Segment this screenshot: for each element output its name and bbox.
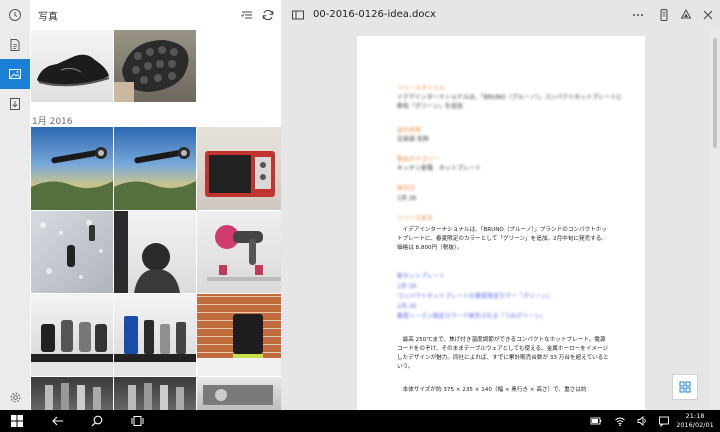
photo-thumbnail[interactable] <box>114 294 196 376</box>
volume-icon[interactable] <box>636 415 648 427</box>
document-title: 00-2016-0126-idea.docx <box>313 9 436 20</box>
photo-thumbnail[interactable] <box>197 294 281 376</box>
refresh-icon[interactable] <box>261 8 275 22</box>
back-arrow-icon <box>51 416 63 426</box>
field-value: イデアインターナショナルは、「BRUNO（ブルーノ）」コンパクトホットプレートに <box>397 94 623 101</box>
phone-view-icon[interactable] <box>657 8 671 22</box>
search-button[interactable] <box>84 410 110 432</box>
grid-icon <box>679 381 691 393</box>
wifi-icon[interactable] <box>614 415 626 427</box>
clock-time: 21:18 <box>685 412 705 420</box>
photos-panel: 写真 1月 2016 <box>30 0 281 410</box>
clock-date: 2016/02/01 <box>676 421 714 429</box>
downloads-button[interactable] <box>0 89 30 119</box>
app-rail <box>0 0 30 410</box>
documents-button[interactable] <box>0 30 30 60</box>
link-line[interactable]: 1月 26 <box>397 281 416 290</box>
clock-icon <box>9 9 21 21</box>
document-viewer[interactable]: リリースタイトル イデアインターナショナルは、「BRUNO（ブルーノ）」コンパク… <box>281 30 710 410</box>
task-view-button[interactable] <box>124 410 150 432</box>
notifications-icon[interactable] <box>658 415 670 427</box>
back-button[interactable] <box>44 410 70 432</box>
clock[interactable]: 21:18 2016/02/01 <box>670 412 720 430</box>
photo-thumbnail[interactable] <box>197 377 281 410</box>
body-paragraph: 本体サイズが約 375 × 235 × 140（幅 × 奥行き × 高さ）で、重… <box>397 387 587 393</box>
windows-logo-icon <box>11 415 23 427</box>
photos-button[interactable] <box>0 59 30 89</box>
grid-view-button[interactable] <box>672 374 698 400</box>
field-heading: 発売日 <box>397 185 416 192</box>
body-paragraph: イデアインターナショナルは、「BRUNO（ブルーノ）」ブランドのコンパクトホット… <box>397 227 607 251</box>
select-list-icon[interactable] <box>240 8 254 22</box>
settings-button[interactable] <box>0 385 30 409</box>
month-section-label: 1月 2016 <box>32 117 73 127</box>
photo-thumbnail[interactable] <box>114 30 196 102</box>
photo-thumbnail[interactable] <box>31 211 113 293</box>
link-line[interactable]: 新ホットプレート <box>397 271 445 280</box>
link-line[interactable]: 2月 26 <box>397 301 416 310</box>
document-page: リリースタイトル イデアインターナショナルは、「BRUNO（ブルーノ）」コンパク… <box>357 36 645 410</box>
scrollbar-thumb[interactable] <box>713 38 717 148</box>
gear-icon <box>10 392 20 402</box>
image-icon <box>9 69 21 79</box>
start-button[interactable] <box>0 410 34 432</box>
close-icon[interactable] <box>701 8 715 22</box>
field-value: 新色「グリーン」を追加 <box>397 103 463 110</box>
vertical-scrollbar[interactable] <box>710 30 720 410</box>
photo-thumbnail[interactable] <box>31 294 113 376</box>
photo-thumbnail[interactable] <box>31 30 113 102</box>
field-heading: リリース本文 <box>397 215 433 222</box>
task-view-icon <box>131 416 143 426</box>
download-file-icon <box>10 98 20 110</box>
photo-thumbnail[interactable] <box>31 127 113 210</box>
link-line[interactable]: コンパクトホットプレートの春夏限定カラー「グリーン」 <box>397 291 553 300</box>
field-heading: 会社名称 <box>397 127 422 134</box>
photo-thumbnail[interactable] <box>114 211 196 293</box>
link-line[interactable]: 春夏シーズン限定カラーで発売される「つみグリーン」 <box>397 311 546 320</box>
search-icon <box>91 415 103 427</box>
photo-thumbnail[interactable] <box>31 377 113 410</box>
photo-thumbnail[interactable] <box>114 127 196 210</box>
photos-title: 写真 <box>38 12 58 23</box>
battery-icon[interactable] <box>590 415 602 427</box>
field-value: 日本語 名称 <box>397 136 429 143</box>
photo-thumbnail[interactable] <box>197 127 281 210</box>
field-heading: 製品カテゴリー <box>397 156 440 163</box>
taskbar: 21:18 2016/02/01 <box>0 410 720 432</box>
field-heading: リリースタイトル <box>397 85 445 92</box>
toggle-pane-icon[interactable] <box>291 8 305 22</box>
photo-thumbnail[interactable] <box>114 377 196 410</box>
recycle-icon[interactable] <box>679 8 693 22</box>
document-header: 00-2016-0126-idea.docx <box>281 0 720 30</box>
photo-thumbnail[interactable] <box>197 211 281 293</box>
recent-button[interactable] <box>0 0 30 30</box>
body-paragraph: 最高 250℃まで、焦げ付き温度調節ができるコンパクトなホットプレート。電源コー… <box>397 337 609 370</box>
more-options-icon[interactable] <box>631 8 645 22</box>
field-value: キッチン家電 ホットプレート <box>397 165 482 172</box>
field-value: 1月 26 <box>397 195 417 202</box>
photos-header: 写真 <box>30 0 281 30</box>
document-icon <box>10 39 20 51</box>
